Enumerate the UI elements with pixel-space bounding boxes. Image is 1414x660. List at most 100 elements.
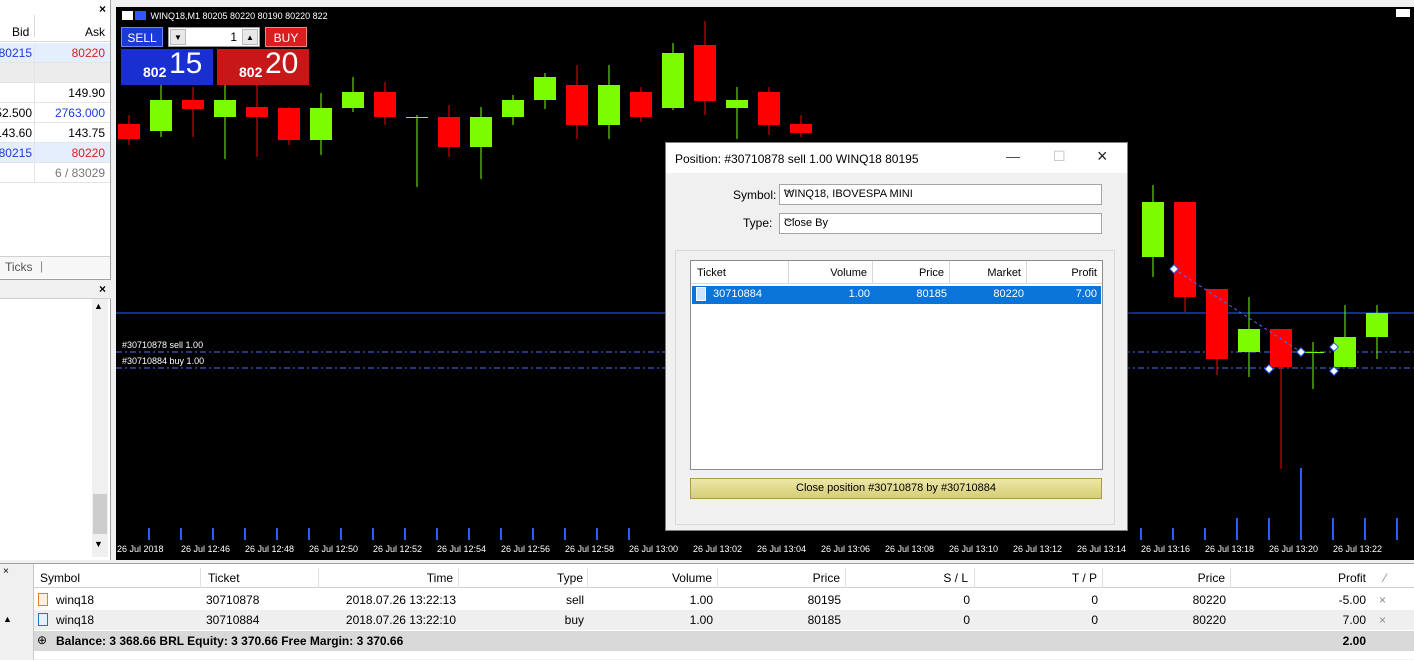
list-item[interactable]: 80215 80220 [0, 143, 110, 163]
col-current-price[interactable]: Price [1198, 571, 1225, 585]
col-ticket[interactable]: Ticket [691, 261, 789, 284]
document-icon [38, 593, 48, 606]
candle-body [726, 100, 748, 108]
terminal-panel: × ▲ Symbol Ticket Time Type Volume Price… [0, 563, 1414, 660]
time-axis-label: 26 Jul 13:14 [1077, 544, 1127, 554]
candle-body [790, 124, 812, 133]
col-market[interactable]: Market [950, 261, 1027, 284]
dialog-titlebar[interactable]: Position: #30710878 sell 1.00 WINQ18 801… [666, 143, 1127, 173]
ticks-tab-bar: Ticks | [0, 256, 110, 278]
symbol-select[interactable]: WINQ18, IBOVESPA MINI ﹀ [779, 184, 1102, 205]
col-time[interactable]: Time [427, 571, 453, 585]
col-volume[interactable]: Volume [672, 571, 712, 585]
bid-column-header[interactable]: Bid [12, 25, 29, 39]
balance-row: ⊕ Balance: 3 368.66 BRL Equity: 3 370.66… [34, 631, 1414, 651]
chevron-down-icon[interactable]: ▼ [170, 29, 186, 45]
sell-price-quote[interactable]: 802 15 [121, 47, 213, 85]
buy-price-quote[interactable]: 802 20 [217, 47, 309, 85]
close-icon[interactable]: × [96, 3, 109, 16]
list-item[interactable]: 143.60143.75 [0, 123, 110, 143]
close-icon[interactable]: × [1379, 593, 1386, 607]
col-symbol[interactable]: Symbol [40, 571, 80, 585]
table-row[interactable]: 30710884 1.00 80185 80220 7.00 [692, 286, 1101, 304]
chevron-up-icon[interactable]: ▲ [3, 614, 12, 624]
time-axis-label: 26 Jul 12:48 [245, 544, 295, 554]
time-axis-label: 26 Jul 13:16 [1141, 544, 1191, 554]
candle-body [246, 107, 268, 117]
col-profit[interactable]: Profit [1027, 261, 1102, 284]
time-axis-label: 26 Jul 12:52 [373, 544, 423, 554]
col-price[interactable]: Price [873, 261, 950, 284]
total-profit: 2.00 [1342, 634, 1366, 648]
buy-order-label: #30710884 buy 1.00 [122, 356, 205, 366]
ask-column-header[interactable]: Ask [85, 25, 105, 39]
sell-order-label: #30710878 sell 1.00 [122, 340, 204, 350]
time-axis-label: 26 Jul 2018 [117, 544, 164, 554]
chevron-up-icon[interactable]: ▲ [242, 29, 258, 45]
time-axis-label: 26 Jul 12:54 [437, 544, 487, 554]
candle-body [214, 100, 236, 117]
time-axis-label: 26 Jul 12:46 [181, 544, 231, 554]
col-ticket[interactable]: Ticket [208, 571, 240, 585]
close-icon[interactable]: × [96, 283, 109, 296]
candle-body [534, 77, 556, 100]
chevron-up-icon[interactable]: ▲ [94, 301, 103, 311]
close-icon[interactable]: × [3, 566, 9, 577]
candle-body [1270, 329, 1292, 367]
close-by-table: Ticket Volume Price Market Profit 307108… [690, 260, 1103, 470]
chart-icon [122, 11, 133, 20]
candle-body [278, 108, 300, 140]
list-item[interactable]: 52.5002763.000 [0, 103, 110, 123]
type-label: Type: [743, 216, 773, 230]
chevron-down-icon[interactable]: ▼ [94, 539, 103, 549]
list-item[interactable]: 149.90 [0, 83, 110, 103]
sell-button[interactable]: SELL [121, 27, 163, 47]
col-type[interactable]: Type [557, 571, 583, 585]
minimize-icon[interactable]: — [1006, 148, 1020, 164]
close-position-button[interactable]: Close position #30710878 by #30710884 [690, 478, 1102, 499]
time-axis-label: 26 Jul 13:08 [885, 544, 935, 554]
candle-body [150, 100, 172, 131]
scrollbar-thumb[interactable] [93, 494, 107, 534]
col-price[interactable]: Price [813, 571, 840, 585]
list-item[interactable] [0, 63, 110, 83]
candle-body [118, 124, 140, 139]
market-watch-panel: × Bid Ask 8021580220 149.9052.5002763.000… [0, 0, 111, 280]
buy-button[interactable]: BUY [265, 27, 307, 47]
vertical-scrollbar[interactable]: ▲ ▼ [92, 299, 108, 557]
time-axis-label: 26 Jul 13:02 [693, 544, 743, 554]
candle-body [438, 117, 460, 147]
table-row[interactable]: winq18 30710878 2018.07.26 13:22:13 sell 1.0… [34, 590, 1414, 610]
candle-body [630, 92, 652, 117]
chart-corner-icon[interactable] [1396, 9, 1410, 17]
time-axis-label: 26 Jul 13:06 [821, 544, 871, 554]
candle-body [182, 100, 204, 109]
plus-icon[interactable]: ⊕ [37, 633, 47, 647]
maximize-icon[interactable]: ☐ [1053, 148, 1066, 165]
candle-body [470, 117, 492, 147]
position-dialog: Position: #30710878 sell 1.00 WINQ18 801… [665, 142, 1128, 531]
tab-ticks[interactable]: Ticks [5, 260, 33, 274]
close-icon[interactable]: × [1379, 613, 1386, 627]
chevron-down-icon: ﹀ [784, 218, 795, 230]
volume-stepper[interactable]: ▼ 1 ▲ [168, 27, 260, 47]
time-axis-label: 26 Jul 13:00 [629, 544, 679, 554]
time-axis-label: 26 Jul 12:56 [501, 544, 551, 554]
col-sl[interactable]: S / L [943, 571, 968, 585]
close-icon[interactable]: × [1097, 146, 1108, 167]
time-axis-label: 26 Jul 13:12 [1013, 544, 1063, 554]
list-item[interactable]: 6 / 83029 [0, 163, 110, 183]
list-item[interactable]: 80215 80220 [0, 43, 110, 63]
document-icon [696, 287, 706, 301]
candle-body [1366, 313, 1388, 337]
type-select[interactable]: Close By ﹀ [779, 213, 1102, 234]
table-row[interactable]: winq18 30710884 2018.07.26 13:22:10 buy 1.00… [34, 610, 1414, 630]
col-volume[interactable]: Volume [789, 261, 873, 284]
dialog-title: Position: #30710878 sell 1.00 WINQ18 801… [675, 152, 919, 166]
col-profit[interactable]: Profit [1338, 571, 1366, 585]
candle-body [342, 92, 364, 108]
volume-value[interactable]: 1 [230, 30, 237, 44]
trade-marker-icon [1296, 347, 1306, 357]
candle-body [1174, 202, 1196, 297]
col-tp[interactable]: T / P [1072, 571, 1097, 585]
